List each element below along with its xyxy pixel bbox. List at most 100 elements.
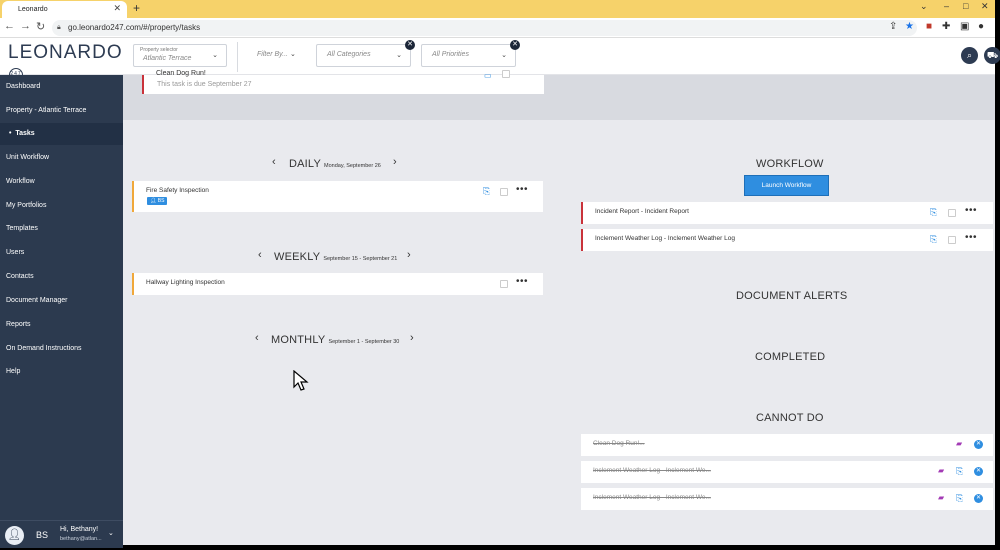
- monthly-prev-arrow[interactable]: ‹: [255, 332, 259, 344]
- cart-icon[interactable]: ⛟: [984, 47, 1000, 64]
- sidebar-item-document-manager[interactable]: Document Manager: [6, 297, 67, 304]
- monthly-title: MONTHLY: [271, 334, 326, 346]
- more-options-icon[interactable]: •••: [516, 184, 528, 195]
- sidebar-item-contacts[interactable]: Contacts: [6, 273, 34, 280]
- message-icon[interactable]: ▰: [956, 439, 962, 448]
- daily-next-arrow[interactable]: ›: [393, 156, 397, 168]
- window-close-icon[interactable]: ✕: [981, 1, 989, 12]
- daily-task-card[interactable]: Fire Safety Inspection 👤︎ BS ⎘ •••: [132, 181, 543, 212]
- browser-address-bar: ← → ↻ 🔒︎ go.leonardo247.com/#/property/t…: [0, 18, 995, 38]
- document-icon[interactable]: ⎘: [956, 493, 963, 504]
- task-checkbox[interactable]: [948, 236, 956, 244]
- tab-list-icon[interactable]: ⌄: [920, 1, 928, 12]
- weekly-heading: WEEKLY September 15 - September 21: [274, 251, 397, 263]
- sidebar-item-my-portfolios[interactable]: My Portfolios: [6, 202, 46, 209]
- property-selector[interactable]: Property selector Atlantic Terrace ⌄: [133, 44, 227, 67]
- header-divider: [237, 42, 238, 72]
- url-field[interactable]: 🔒︎ go.leonardo247.com/#/property/tasks: [52, 20, 917, 36]
- close-icon[interactable]: ✕: [974, 467, 983, 476]
- task-checkbox[interactable]: [502, 70, 510, 78]
- user-menu[interactable]: 👤︎ BS Hi, Bethany! bethany@atlan... ⌄: [0, 520, 123, 548]
- launch-workflow-button[interactable]: Launch Workflow: [744, 175, 829, 196]
- cannot-do-item[interactable]: Inclement Weather Log - Inclement We... …: [581, 488, 993, 510]
- sidebar-item-dashboard[interactable]: Dashboard: [6, 83, 40, 90]
- browser-tab[interactable]: Leonardo ✕: [2, 1, 127, 18]
- new-tab-icon[interactable]: +: [133, 1, 140, 15]
- tab-title: Leonardo: [18, 6, 48, 13]
- workflow-item[interactable]: Incident Report - Incident Report ⎘ •••: [581, 202, 993, 224]
- back-icon[interactable]: ←: [4, 20, 15, 32]
- overdue-task-due: This task is due September 27: [157, 81, 252, 88]
- minimize-icon[interactable]: –: [944, 1, 949, 11]
- message-icon[interactable]: ▰: [938, 466, 944, 475]
- more-options-icon[interactable]: •••: [965, 205, 977, 216]
- maximize-icon[interactable]: □: [963, 1, 968, 11]
- document-alerts-title: DOCUMENT ALERTS: [736, 290, 848, 302]
- monthly-next-arrow[interactable]: ›: [410, 332, 414, 344]
- weekly-date: September 15 - September 21: [323, 256, 398, 262]
- message-icon[interactable]: ▰: [938, 493, 944, 502]
- priorities-select[interactable]: All Priorities ⌄: [421, 44, 516, 67]
- sidebar-item-on-demand-instructions[interactable]: On Demand Instructions: [6, 345, 81, 352]
- extensions-puzzle-icon[interactable]: ✚: [942, 21, 950, 32]
- task-checkbox[interactable]: [500, 280, 508, 288]
- reload-icon[interactable]: ↻: [36, 20, 45, 33]
- lock-icon: 🔒︎: [57, 24, 61, 31]
- weekly-prev-arrow[interactable]: ‹: [258, 249, 262, 261]
- workflow-item-name: Incident Report - Incident Report: [595, 208, 689, 215]
- task-checkbox[interactable]: [948, 209, 956, 217]
- sidebar-item-unit-workflow[interactable]: Unit Workflow: [6, 154, 49, 161]
- bookmark-star-icon[interactable]: ★: [905, 21, 914, 32]
- document-icon[interactable]: ⎘: [956, 466, 963, 477]
- filter-by-dropdown[interactable]: Filter By...: [257, 51, 288, 58]
- sidebar-item-tasks[interactable]: • Tasks: [9, 130, 35, 137]
- user-email: bethany@atlan...: [60, 536, 102, 542]
- cannot-do-item-name: Clean Dog Run!...: [593, 440, 645, 447]
- property-selector-value: Atlantic Terrace: [143, 55, 192, 62]
- chevron-down-icon: ⌄: [290, 51, 296, 58]
- document-icon[interactable]: ⎘: [930, 207, 937, 218]
- task-checkbox[interactable]: [500, 188, 508, 196]
- cannot-do-item[interactable]: Inclement Weather Log - Inclement We... …: [581, 461, 993, 483]
- leonardo-logo[interactable]: LEONARDO247 PERFORMANCE MANAGEMENT SOFTW…: [8, 43, 123, 89]
- search-icon[interactable]: ⌕: [961, 47, 978, 64]
- categories-value: All Categories: [327, 51, 371, 58]
- extension-icon[interactable]: ■: [926, 21, 932, 32]
- cannot-do-item[interactable]: Clean Dog Run!... ▰ ✕: [581, 434, 993, 456]
- overdue-task-card[interactable]: Clean Dog Run! This task is due Septembe…: [142, 70, 544, 94]
- more-options-icon[interactable]: •••: [965, 232, 977, 243]
- monthly-date: September 1 - September 30: [328, 339, 400, 345]
- more-options-icon[interactable]: •••: [516, 276, 528, 287]
- side-panel-icon[interactable]: ▣: [960, 21, 969, 32]
- cannot-do-item-name: Inclement Weather Log - Inclement We...: [593, 494, 711, 501]
- sidebar-item-reports[interactable]: Reports: [6, 321, 31, 328]
- document-icon[interactable]: ⎘: [930, 234, 937, 245]
- chevron-down-icon: ⌄: [212, 52, 218, 59]
- sidebar-item-property[interactable]: Property - Atlantic Terrace: [6, 107, 86, 114]
- message-icon[interactable]: ▭: [484, 71, 492, 80]
- weekly-next-arrow[interactable]: ›: [407, 249, 411, 261]
- close-tab-icon[interactable]: ✕: [113, 3, 121, 14]
- daily-heading: DAILY Monday, September 26: [289, 158, 381, 170]
- clear-categories-icon[interactable]: ✕: [405, 40, 415, 50]
- property-selector-label: Property selector: [140, 47, 178, 53]
- workflow-title: WORKFLOW: [756, 158, 824, 170]
- sidebar-item-templates[interactable]: Templates: [6, 225, 38, 232]
- close-icon[interactable]: ✕: [974, 440, 983, 449]
- share-icon[interactable]: ⇪: [889, 21, 897, 32]
- clear-priorities-icon[interactable]: ✕: [510, 40, 520, 50]
- daily-prev-arrow[interactable]: ‹: [272, 156, 276, 168]
- chevron-down-icon[interactable]: ⌄: [108, 529, 114, 537]
- sidebar-item-workflow[interactable]: Workflow: [6, 178, 35, 185]
- close-icon[interactable]: ✕: [974, 494, 983, 503]
- sidebar-item-users[interactable]: Users: [6, 249, 24, 256]
- sidebar-item-help[interactable]: Help: [6, 368, 20, 375]
- cannot-do-item-name: Inclement Weather Log - Inclement We...: [593, 467, 711, 474]
- sidebar: Dashboard Property - Atlantic Terrace • …: [0, 75, 123, 545]
- forward-icon[interactable]: →: [20, 20, 31, 32]
- document-icon[interactable]: ⎘: [483, 186, 490, 197]
- weekly-task-card[interactable]: Hallway Lighting Inspection •••: [132, 273, 543, 295]
- profile-icon[interactable]: ●: [978, 21, 984, 32]
- categories-select[interactable]: All Categories ⌄: [316, 44, 411, 67]
- workflow-item[interactable]: Inclement Weather Log - Inclement Weathe…: [581, 229, 993, 251]
